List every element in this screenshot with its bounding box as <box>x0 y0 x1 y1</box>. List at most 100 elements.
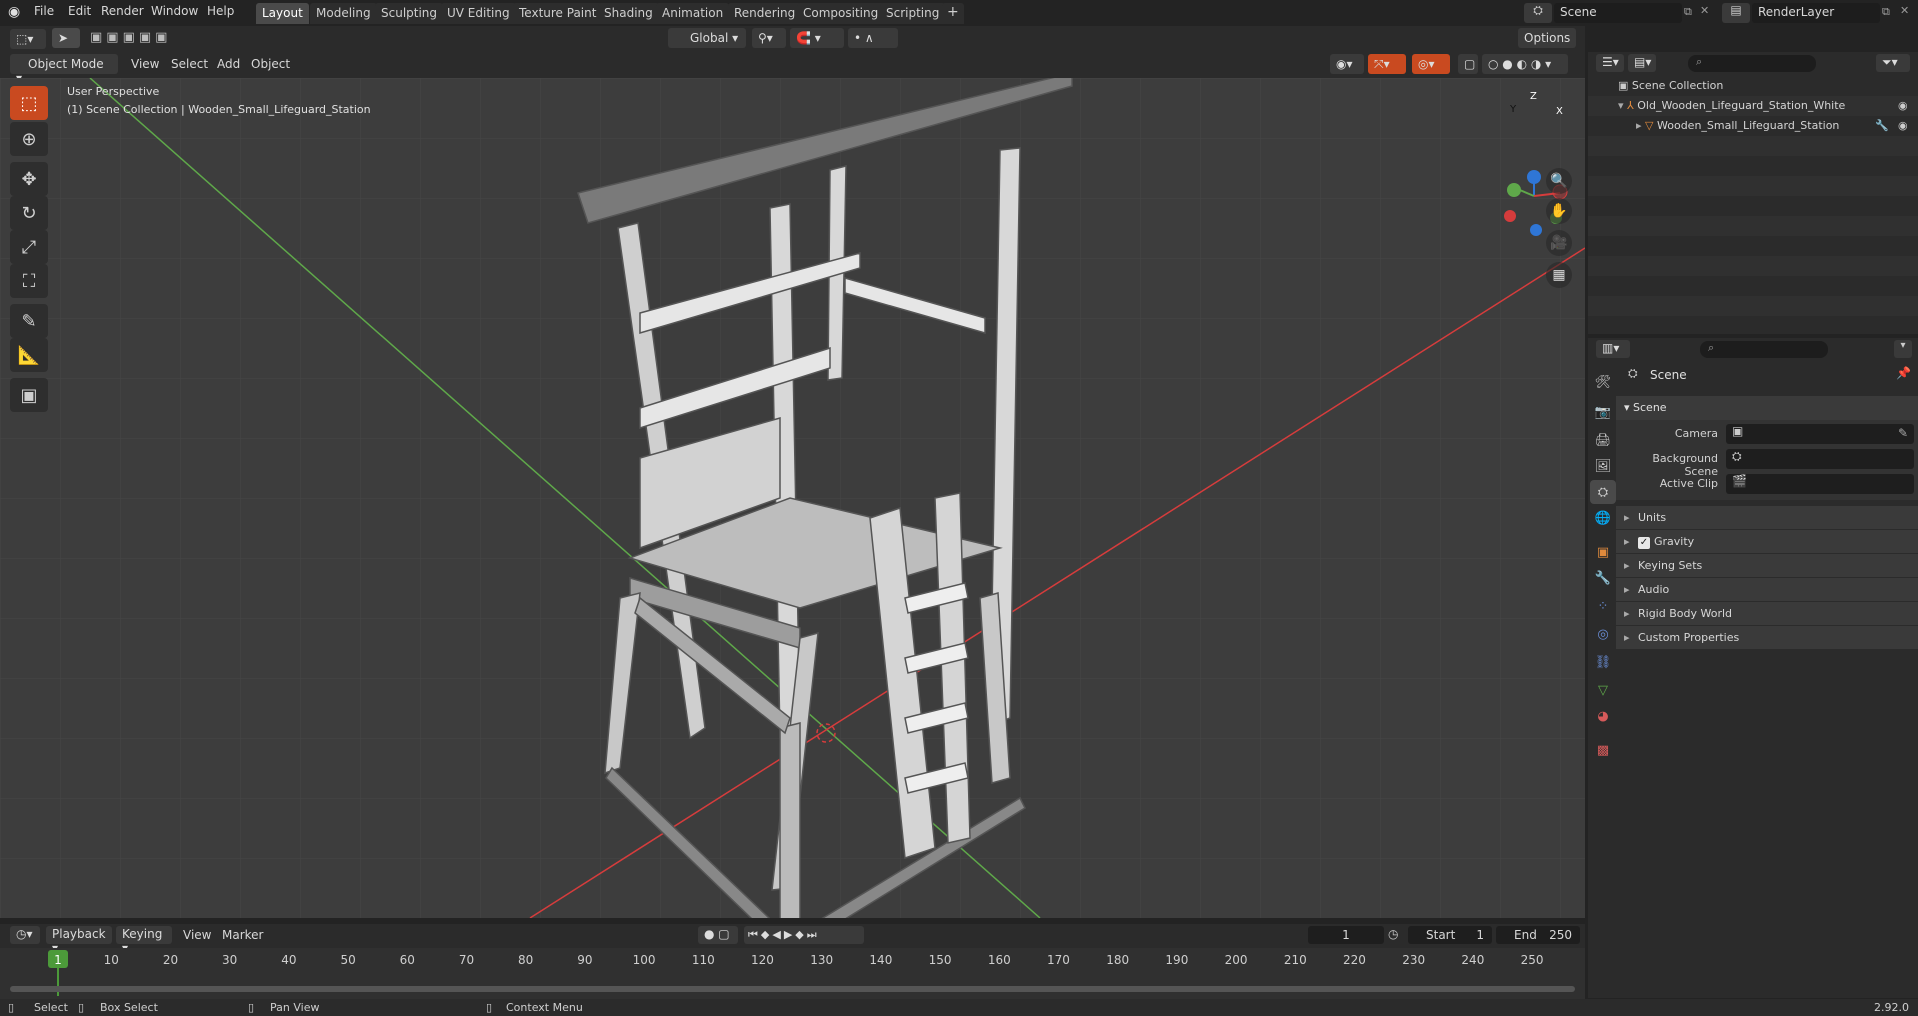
tab-compositing[interactable]: Compositing <box>797 3 885 24</box>
menu-help[interactable]: Help <box>207 4 234 18</box>
overlay-icon[interactable]: ◎▾ <box>1412 54 1450 74</box>
outliner-search-input[interactable]: ⌕ <box>1688 55 1816 72</box>
scene-selector[interactable]: Scene <box>1554 3 1682 23</box>
tab-sculpting[interactable]: Sculpting <box>375 3 444 24</box>
object-tab-icon[interactable]: ▣ <box>1590 540 1616 564</box>
outliner-item[interactable]: ▸ ▽ Wooden_Small_Lifeguard_Station 🔧 ◉ <box>1588 116 1918 136</box>
options-button[interactable]: Options <box>1518 28 1576 48</box>
chevron-right-icon[interactable]: ▸ <box>1636 119 1642 132</box>
viewport-menu-select[interactable]: Select <box>171 57 208 71</box>
gizmo-icon[interactable]: ⤧▾ <box>1368 54 1406 74</box>
select-tool-icon[interactable]: ➤ <box>52 28 80 48</box>
blender-logo-icon[interactable]: ◉ <box>8 4 26 22</box>
properties-editor-icon[interactable]: ▥▾ <box>1596 340 1630 358</box>
timeline-menu-view[interactable]: View <box>183 928 211 942</box>
menu-window[interactable]: Window <box>151 4 198 18</box>
tab-scripting[interactable]: Scripting <box>880 3 946 24</box>
tab-modeling[interactable]: Modeling <box>310 3 377 24</box>
background-scene-field[interactable]: ⛭ <box>1726 449 1914 469</box>
pan-hand-icon[interactable]: ✋ <box>1546 198 1572 224</box>
audio-panel[interactable]: ▸ Audio <box>1616 578 1918 601</box>
gizmo-z-label[interactable]: Z <box>1530 91 1537 102</box>
add-cube-tool-icon[interactable]: ▣ <box>10 378 48 412</box>
gizmo-x-label[interactable]: X <box>1556 106 1563 117</box>
particles-tab-icon[interactable]: ⁘ <box>1590 594 1616 618</box>
chevron-down-icon[interactable]: ▾ <box>1618 99 1624 112</box>
tab-animation[interactable]: Animation <box>656 3 730 24</box>
scene-icon[interactable]: ⛭ <box>1524 3 1552 23</box>
render-layer-icon[interactable]: ▤ <box>1722 3 1750 23</box>
camera-field[interactable]: ▣ ✎ <box>1726 424 1914 444</box>
display-mode-icon[interactable]: ▤▾ <box>1628 54 1656 72</box>
visibility-icon[interactable]: ◉▾ <box>1330 54 1364 74</box>
move-tool-icon[interactable]: ✥ <box>10 162 48 196</box>
chevron-down-icon[interactable]: ▾ <box>1894 340 1912 358</box>
material-tab-icon[interactable]: ◕ <box>1590 704 1616 728</box>
selection-mode-icons[interactable]: ▣▣▣▣▣ <box>90 30 171 45</box>
select-box-tool-icon[interactable]: ⬚ <box>10 86 48 120</box>
add-workspace-button[interactable]: + <box>942 3 964 24</box>
pin-icon[interactable]: 📌 <box>1896 366 1911 380</box>
eye-icon[interactable]: ◉ <box>1898 99 1908 112</box>
view-layer-tab-icon[interactable]: 🖼 <box>1590 454 1616 478</box>
gravity-checkbox[interactable]: ✓ <box>1638 537 1650 549</box>
data-tab-icon[interactable]: ▽ <box>1590 678 1616 702</box>
keying-sets-panel[interactable]: ▸ Keying Sets <box>1616 554 1918 577</box>
texture-tab-icon[interactable]: ▩ <box>1590 738 1616 762</box>
wrench-icon[interactable]: 🔧 <box>1875 119 1889 132</box>
mode-dropdown[interactable]: Object Mode ▾ <box>10 54 118 85</box>
ortho-grid-icon[interactable]: ▦ <box>1546 262 1572 288</box>
properties-search-input[interactable]: ⌕ <box>1700 341 1828 358</box>
close-icon[interactable]: ✕ <box>1900 4 1909 17</box>
viewport-menu-object[interactable]: Object <box>251 57 290 71</box>
custom-properties-panel[interactable]: ▸ Custom Properties <box>1616 626 1918 649</box>
world-tab-icon[interactable]: 🌐 <box>1590 506 1616 530</box>
tab-shading[interactable]: Shading <box>598 3 659 24</box>
record-icon[interactable]: ● ▢ <box>698 926 738 944</box>
copy-icon[interactable]: ⧉ <box>1882 5 1890 19</box>
render-layer-selector[interactable]: RenderLayer <box>1752 3 1880 23</box>
shading-mode-icons[interactable]: ○ ● ◐ ◑ ▾ <box>1482 54 1568 74</box>
rotate-tool-icon[interactable]: ↻ <box>10 196 48 230</box>
gravity-panel[interactable]: ▸ ✓ Gravity <box>1616 530 1918 553</box>
physics-tab-icon[interactable]: ◎ <box>1590 622 1616 646</box>
output-tab-icon[interactable]: 🖨 <box>1590 428 1616 452</box>
filter-icon[interactable]: ⏷▾ <box>1876 54 1910 72</box>
proportional-edit-icon[interactable]: • ∧ <box>848 28 898 48</box>
eye-icon[interactable]: ◉ <box>1898 119 1908 132</box>
tool-tab-icon[interactable]: 🛠 <box>1590 370 1616 394</box>
tab-uv-editing[interactable]: UV Editing <box>441 3 516 24</box>
gizmo-y-label[interactable]: Y <box>1510 104 1516 115</box>
playback-controls[interactable]: ⏮◆◀▶◆⏭ <box>744 926 864 944</box>
annotate-tool-icon[interactable]: ✎ <box>10 304 48 338</box>
menu-file[interactable]: File <box>34 4 54 18</box>
scene-tab-icon[interactable]: ⛭ <box>1590 480 1616 504</box>
pivot-icon[interactable]: ⚲▾ <box>752 28 786 48</box>
render-tab-icon[interactable]: 📷 <box>1590 400 1616 424</box>
timeline-scrollbar[interactable] <box>10 986 1575 992</box>
transform-orientation-dropdown[interactable]: Global ▾ <box>668 28 746 48</box>
outliner-root[interactable]: ▣ Scene Collection <box>1588 76 1918 96</box>
tab-rendering[interactable]: Rendering <box>728 3 802 24</box>
start-frame-field[interactable]: Start 1 <box>1408 926 1492 944</box>
playback-menu[interactable]: Playback ▾ <box>46 926 112 955</box>
timeline-editor-icon[interactable]: ◷▾ <box>10 926 40 944</box>
xray-icon[interactable]: ▢ <box>1458 54 1478 74</box>
zoom-icon[interactable]: 🔍 <box>1546 168 1572 194</box>
timeline-menu-marker[interactable]: Marker <box>222 928 263 942</box>
snap-icon[interactable]: 🧲 ▾ <box>790 28 844 48</box>
menu-render[interactable]: Render <box>101 4 144 18</box>
current-frame-field[interactable]: 1 <box>1308 926 1384 944</box>
keying-menu[interactable]: Keying ▾ <box>116 926 172 955</box>
viewport-menu-view[interactable]: View <box>131 57 159 71</box>
outliner-editor-icon[interactable]: ☰▾ <box>1596 54 1624 72</box>
tab-layout[interactable]: Layout <box>256 3 309 24</box>
viewport-menu-add[interactable]: Add <box>217 57 240 71</box>
menu-edit[interactable]: Edit <box>68 4 91 18</box>
transform-tool-icon[interactable]: ⛶ <box>10 264 48 298</box>
end-frame-field[interactable]: End 250 <box>1496 926 1580 944</box>
close-icon[interactable]: ✕ <box>1700 4 1709 17</box>
outliner-item[interactable]: ▾ ⅄ Old_Wooden_Lifeguard_Station_White ◉ <box>1588 96 1918 116</box>
editor-type-icon[interactable]: ⬚▾ <box>10 29 46 49</box>
camera-view-icon[interactable]: 🎥 <box>1546 230 1572 256</box>
